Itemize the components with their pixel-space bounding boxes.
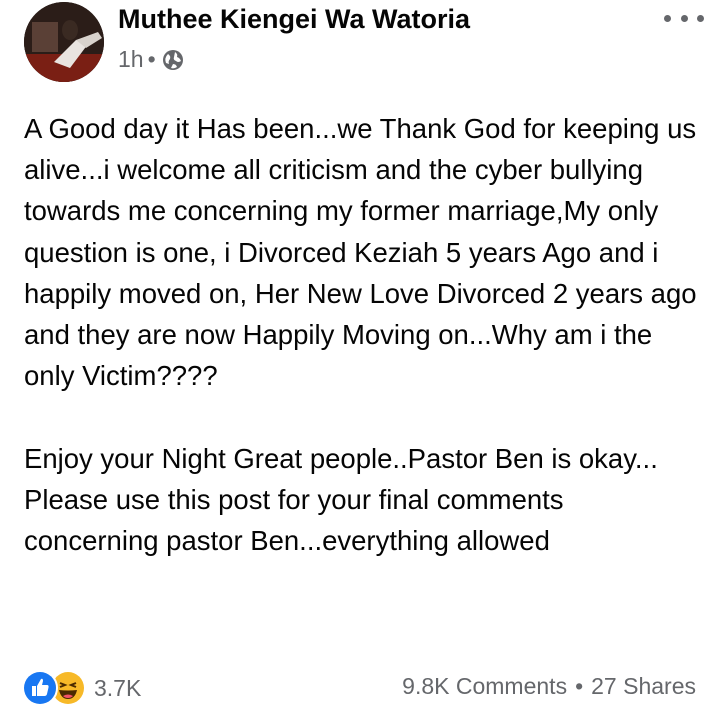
more-dot: [664, 14, 671, 22]
like-icon: [22, 670, 58, 706]
post-body: A Good day it Has been...we Thank God fo…: [24, 113, 697, 557]
stats-separator: •: [575, 673, 584, 699]
author-name[interactable]: Muthee Kiengei Wa Watoria: [118, 4, 470, 35]
engagement-stats: 9.8K Comments • 27 Shares: [402, 673, 696, 700]
more-dot: [680, 14, 688, 22]
meta-separator: •: [147, 46, 156, 72]
shares-count-link[interactable]: 27 Shares: [591, 673, 696, 700]
reactions-summary[interactable]: 3.7K: [22, 670, 141, 706]
author-avatar[interactable]: [24, 2, 104, 82]
post-meta: 1h •: [118, 46, 184, 73]
post-time[interactable]: 1h: [118, 46, 144, 73]
more-options-icon[interactable]: [664, 10, 704, 26]
comments-count-link[interactable]: 9.8K Comments: [402, 673, 567, 700]
reaction-count: 3.7K: [94, 674, 142, 701]
globe-icon[interactable]: [162, 49, 184, 71]
more-dot: [697, 14, 704, 22]
